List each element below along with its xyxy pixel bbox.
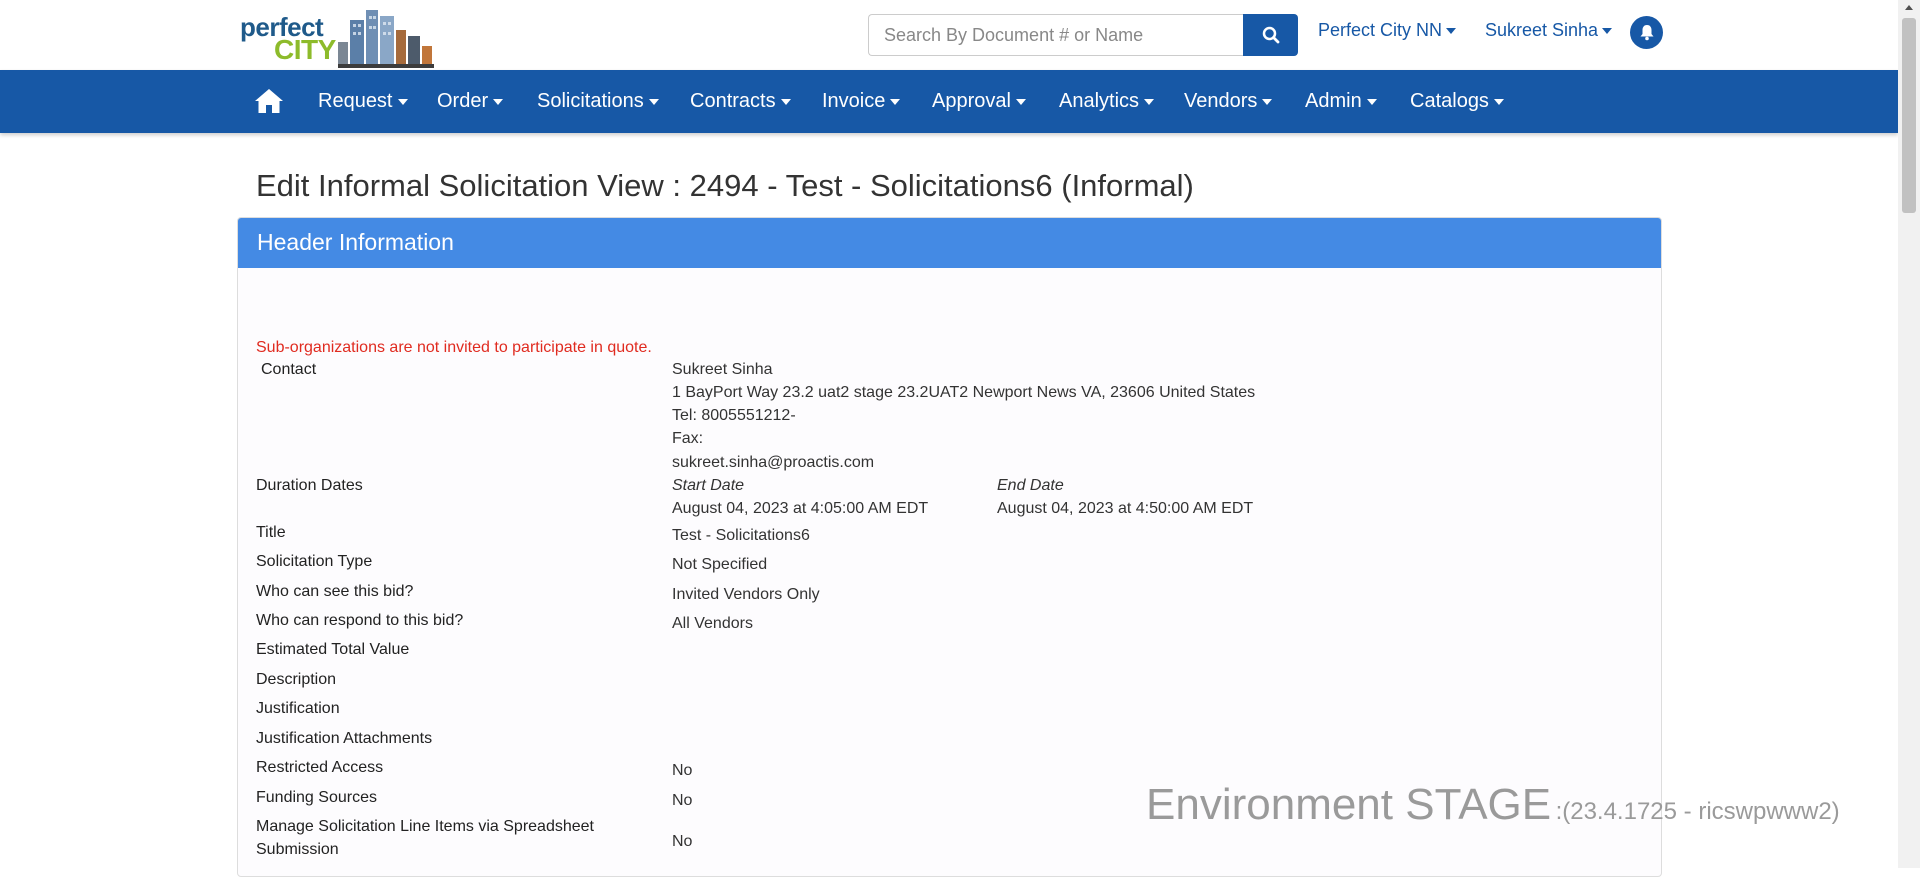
chevron-down-icon <box>1262 98 1273 105</box>
nav-invoice[interactable]: Invoice <box>822 90 901 113</box>
logo-text-city: CITY <box>274 34 336 65</box>
restricted-access-value: No <box>672 762 693 779</box>
bell-icon <box>1640 25 1653 41</box>
title-label: Title <box>256 524 286 541</box>
manage-line-items-label-line1: Manage Solicitation Line Items via Sprea… <box>256 818 594 835</box>
home-button[interactable] <box>254 88 284 114</box>
environment-name: Environment STAGE <box>1146 780 1552 829</box>
nav-order-label: Order <box>437 90 489 112</box>
contact-fax: Fax: <box>672 430 704 447</box>
user-menu-dropdown[interactable]: Sukreet Sinha <box>1485 20 1613 41</box>
who-can-respond-value: All Vendors <box>672 615 753 632</box>
environment-watermark: Environment STAGE :(23.4.1725 - ricswpww… <box>1146 780 1840 830</box>
nav-approval-label: Approval <box>932 90 1011 112</box>
solicitation-type-label: Solicitation Type <box>256 553 373 570</box>
chevron-down-icon <box>890 98 901 105</box>
contact-address: 1 BayPort Way 23.2 uat2 stage 23.2UAT2 N… <box>672 384 1256 401</box>
chevron-down-icon <box>1144 98 1155 105</box>
organization-dropdown[interactable]: Perfect City NN <box>1318 20 1457 41</box>
nav-solicitations[interactable]: Solicitations <box>537 90 659 113</box>
justification-label: Justification <box>256 700 340 717</box>
chevron-down-icon <box>780 98 791 105</box>
chevron-down-icon <box>1602 28 1613 35</box>
contact-label: Contact <box>261 361 317 378</box>
main-navigation: Request Order Solicitations Contracts In… <box>0 70 1898 133</box>
who-can-respond-label: Who can respond to this bid? <box>256 612 464 629</box>
chevron-down-icon <box>397 98 408 105</box>
nav-catalogs-label: Catalogs <box>1410 90 1489 112</box>
sub-org-warning: Sub-organizations are not invited to par… <box>256 339 652 356</box>
nav-vendors-label: Vendors <box>1184 90 1258 112</box>
manage-line-items-value: No <box>672 833 693 850</box>
start-date-label: Start Date <box>672 477 745 494</box>
contact-tel: Tel: 8005551212- <box>672 407 796 424</box>
chevron-down-icon <box>1015 98 1026 105</box>
nav-catalogs[interactable]: Catalogs <box>1410 90 1504 113</box>
search-input[interactable] <box>868 14 1244 56</box>
nav-analytics[interactable]: Analytics <box>1059 90 1155 113</box>
nav-solicitations-label: Solicitations <box>537 90 644 112</box>
nav-contracts[interactable]: Contracts <box>690 90 791 113</box>
user-name-label: Sukreet Sinha <box>1485 20 1599 40</box>
nav-request-label: Request <box>318 90 393 112</box>
nav-vendors[interactable]: Vendors <box>1184 90 1273 113</box>
search-button[interactable] <box>1243 14 1298 56</box>
nav-analytics-label: Analytics <box>1059 90 1140 112</box>
who-can-see-value: Invited Vendors Only <box>672 586 820 603</box>
environment-version: :(23.4.1725 - ricswpwww2) <box>1555 798 1840 825</box>
chevron-down-icon <box>1446 28 1457 35</box>
chevron-down-icon <box>493 98 504 105</box>
nav-admin-label: Admin <box>1305 90 1362 112</box>
end-date-value: August 04, 2023 at 4:50:00 AM EDT <box>997 500 1254 517</box>
top-bar: perfect CITY Search By Document # or Nam… <box>0 0 1898 70</box>
nav-contracts-label: Contracts <box>690 90 776 112</box>
chevron-down-icon <box>1366 98 1377 105</box>
organization-label: Perfect City NN <box>1318 20 1443 40</box>
justification-attachments-label: Justification Attachments <box>256 730 433 747</box>
scrollbar-thumb[interactable] <box>1902 18 1916 213</box>
funding-sources-value: No <box>672 792 693 809</box>
chevron-down-icon <box>1493 98 1504 105</box>
chevron-down-icon <box>648 98 659 105</box>
header-information-panel: Header Information <box>237 217 1662 877</box>
description-label: Description <box>256 671 337 688</box>
manage-line-items-label-line2: Submission <box>256 841 339 858</box>
nav-request[interactable]: Request <box>318 90 408 113</box>
who-can-see-label: Who can see this bid? <box>256 583 414 600</box>
title-value: Test - Solicitations6 <box>672 527 810 544</box>
search-icon <box>1262 26 1279 44</box>
home-icon <box>255 89 283 113</box>
global-search <box>868 14 1298 56</box>
nav-order[interactable]: Order <box>437 90 504 113</box>
contact-name: Sukreet Sinha <box>672 361 773 378</box>
panel-header: Header Information <box>238 218 1661 268</box>
nav-admin[interactable]: Admin <box>1305 90 1377 113</box>
duration-dates-label: Duration Dates <box>256 477 363 494</box>
funding-sources-label: Funding Sources <box>256 789 377 806</box>
nav-invoice-label: Invoice <box>822 90 886 112</box>
estimated-total-value-label: Estimated Total Value <box>256 641 410 658</box>
solicitation-type-value: Not Specified <box>672 556 768 573</box>
perfect-city-logo[interactable]: perfect CITY <box>238 4 434 68</box>
restricted-access-label: Restricted Access <box>256 759 384 776</box>
contact-email: sukreet.sinha@proactis.com <box>672 454 875 471</box>
scroll-up-arrow-icon[interactable] <box>1905 5 1913 10</box>
city-skyline-icon <box>338 10 434 68</box>
page-title: Edit Informal Solicitation View : 2494 -… <box>256 168 1194 203</box>
start-date-value: August 04, 2023 at 4:05:00 AM EDT <box>672 500 929 517</box>
notifications-button[interactable] <box>1630 16 1663 49</box>
end-date-label: End Date <box>997 477 1064 494</box>
page-scrollbar[interactable] <box>1898 0 1920 868</box>
nav-approval[interactable]: Approval <box>932 90 1026 113</box>
